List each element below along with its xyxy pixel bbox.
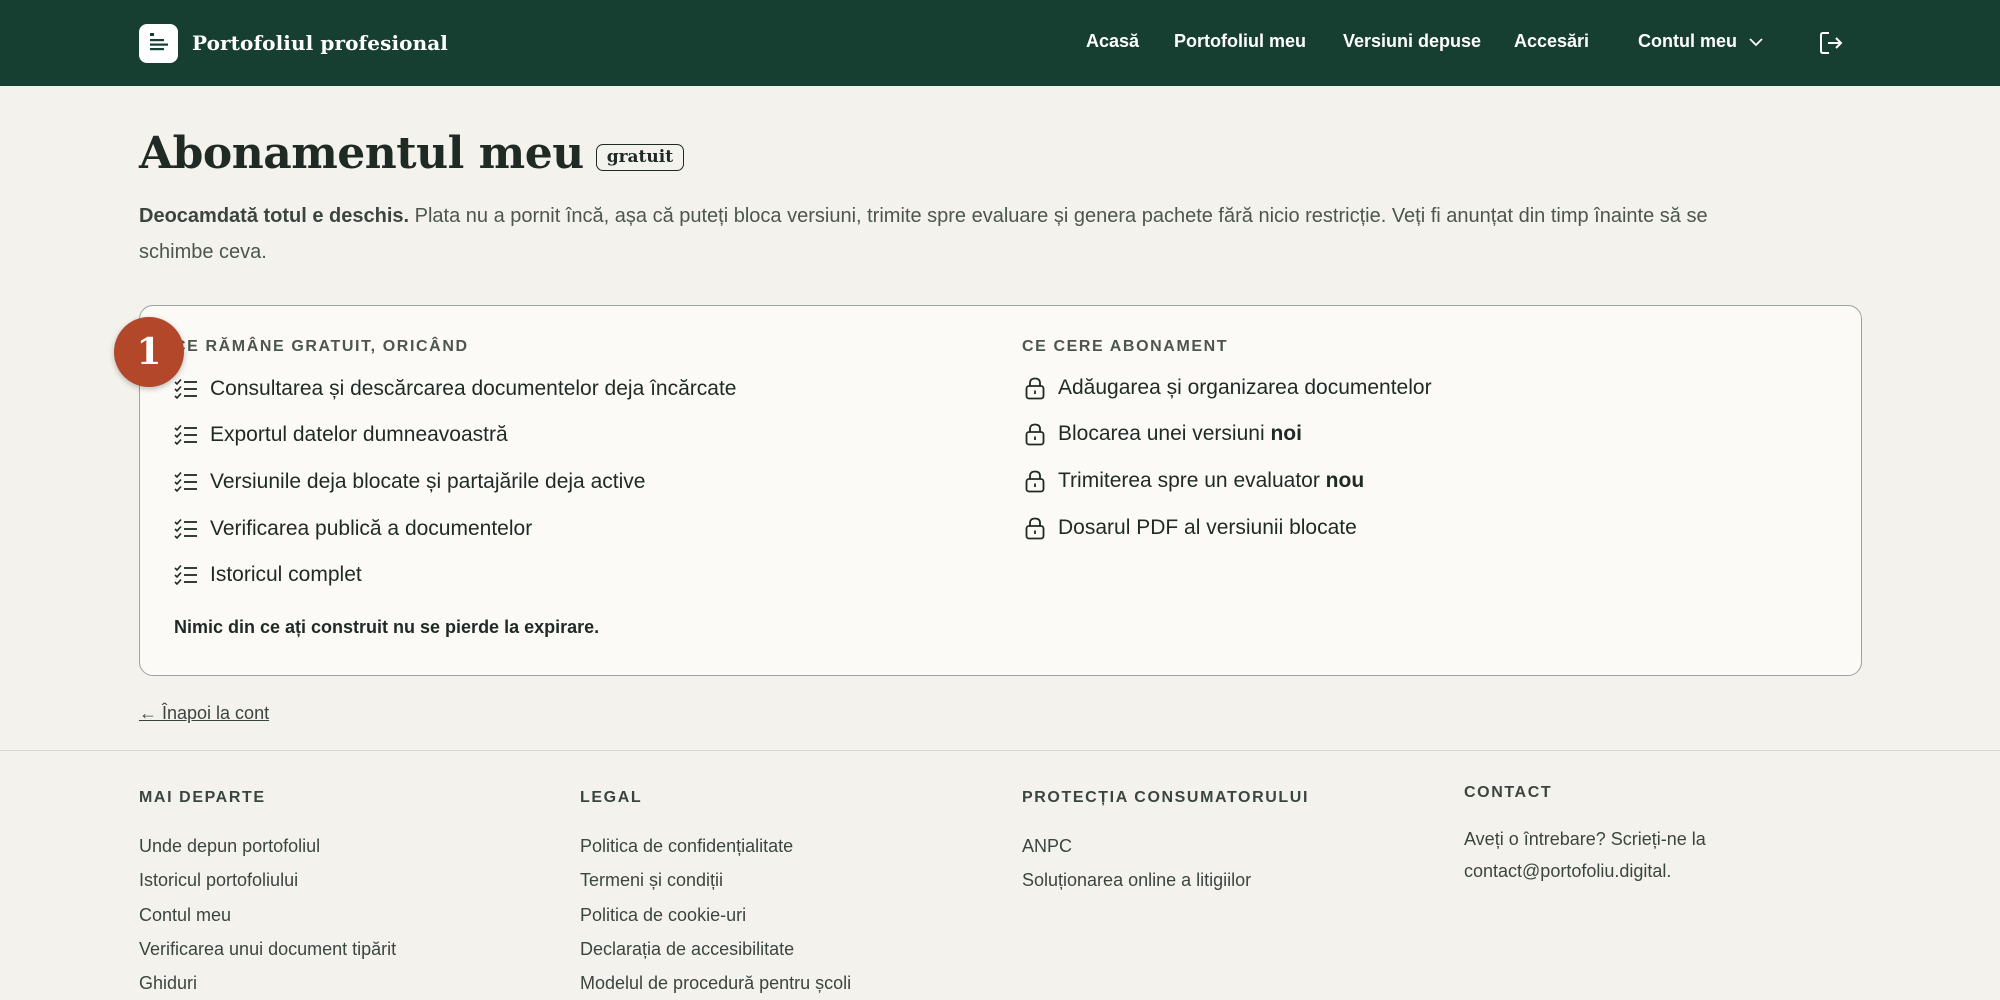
footer-link[interactable]: Termeni și condiții (580, 870, 723, 891)
page-title-row: Abonamentul meu gratuit (139, 128, 685, 179)
paid-item-label: Dosarul PDF al versiunii blocate (1058, 516, 1357, 539)
free-item: Exportul datelor dumneavoastră (174, 423, 508, 447)
footer-heading-contact: CONTACT (1464, 784, 1553, 801)
paid-item: Adăugarea și organizarea documentelor (1024, 376, 1432, 400)
footer-link[interactable]: Politica de confidențialitate (580, 836, 793, 857)
paid-heading: CE CERE ABONAMENT (1022, 338, 1229, 355)
footer-link[interactable]: Verificarea unui document tipărit (139, 939, 396, 960)
paid-item: Trimiterea spre un evaluator nou (1024, 469, 1364, 493)
free-item: Consultarea și descărcarea documentelor … (174, 377, 736, 401)
free-item-label: Consultarea și descărcarea documentelor … (210, 377, 737, 400)
footer-heading-more: MAI DEPARTE (139, 789, 266, 806)
step-number-badge: 1 (114, 317, 184, 387)
back-to-account-link[interactable]: ← Înapoi la cont (139, 703, 269, 724)
footer-link[interactable]: Declarația de accesibilitate (580, 939, 794, 960)
nav-account-menu[interactable]: Contul meu (1638, 31, 1765, 52)
card-note: Nimic din ce ați construit nu se pierde … (174, 617, 600, 637)
checklist-icon (174, 564, 197, 586)
free-item: Verificarea publică a documentelor (174, 517, 532, 541)
footer-heading-legal: LEGAL (580, 789, 643, 806)
footer-link[interactable]: Politica de cookie-uri (580, 905, 746, 926)
free-item: Versiunile deja blocate și partajările d… (174, 470, 645, 494)
top-navigation-bar: Portofoliul profesional Acasă Portofoliu… (0, 0, 2000, 86)
intro-bold: Deocamdată totul e deschis. (139, 205, 410, 227)
site-footer: MAI DEPARTE Unde depun portofoliul Istor… (0, 750, 2000, 1000)
footer-link[interactable]: ANPC (1022, 836, 1072, 857)
plan-badge: gratuit (595, 144, 685, 171)
footer-link[interactable]: Unde depun portofoliul (139, 836, 320, 857)
free-heading: CE RĂMÂNE GRATUIT, ORICÂND (174, 338, 469, 355)
footer-link[interactable]: Contul meu (139, 905, 231, 926)
free-item-label: Versiunile deja blocate și partajările d… (210, 470, 646, 493)
lock-icon (1025, 423, 1045, 446)
footer-link[interactable]: Ghiduri (139, 973, 197, 994)
paid-item-label: Adăugarea și organizarea documentelor (1058, 376, 1432, 399)
document-lines-icon (139, 23, 178, 63)
chevron-down-icon (1749, 37, 1763, 46)
paid-item: Blocarea unei versiuni noi (1024, 422, 1302, 446)
page-title: Abonamentul meu (139, 128, 584, 179)
nav-my-portfolio[interactable]: Portofoliul meu (1174, 31, 1306, 52)
footer-link[interactable]: Modelul de procedură pentru școli (580, 973, 851, 994)
lock-icon (1025, 377, 1045, 400)
footer-contact-text: Aveți o întrebare? Scrieți-ne la contact… (1464, 829, 1706, 881)
free-item-label: Verificarea publică a documentelor (210, 517, 533, 540)
free-item: Istoricul complet (174, 563, 362, 587)
footer-link[interactable]: Soluționarea online a litigiilor (1022, 870, 1251, 891)
brand-home-link[interactable]: Portofoliul profesional (139, 23, 448, 63)
footer-heading-consumer: PROTECȚIA CONSUMATORULUI (1022, 789, 1309, 806)
paid-item: Dosarul PDF al versiunii blocate (1024, 516, 1357, 540)
paid-item-label: Trimiterea spre un evaluator nou (1058, 469, 1365, 492)
lock-icon (1025, 517, 1045, 540)
nav-submitted-versions[interactable]: Versiuni depuse (1343, 31, 1481, 52)
lock-icon (1025, 470, 1045, 493)
paid-item-label: Blocarea unei versiuni noi (1058, 422, 1302, 445)
free-item-label: Exportul datelor dumneavoastră (210, 423, 508, 446)
logout-icon[interactable] (1816, 28, 1846, 58)
nav-home[interactable]: Acasă (1086, 31, 1139, 52)
subscription-card: CE RĂMÂNE GRATUIT, ORICÂND Consultarea ș… (139, 305, 1862, 676)
footer-link[interactable]: Istoricul portofoliului (139, 870, 298, 891)
nav-accesses[interactable]: Accesări (1514, 31, 1589, 52)
free-item-label: Istoricul complet (210, 563, 362, 586)
checklist-icon (174, 424, 197, 446)
intro-text: Deocamdată totul e deschis. Plata nu a p… (139, 198, 1779, 270)
account-label: Contul meu (1638, 31, 1737, 51)
checklist-icon (174, 518, 197, 540)
checklist-icon (174, 378, 197, 400)
brand-name: Portofoliul profesional (192, 31, 448, 55)
checklist-icon (174, 471, 197, 493)
